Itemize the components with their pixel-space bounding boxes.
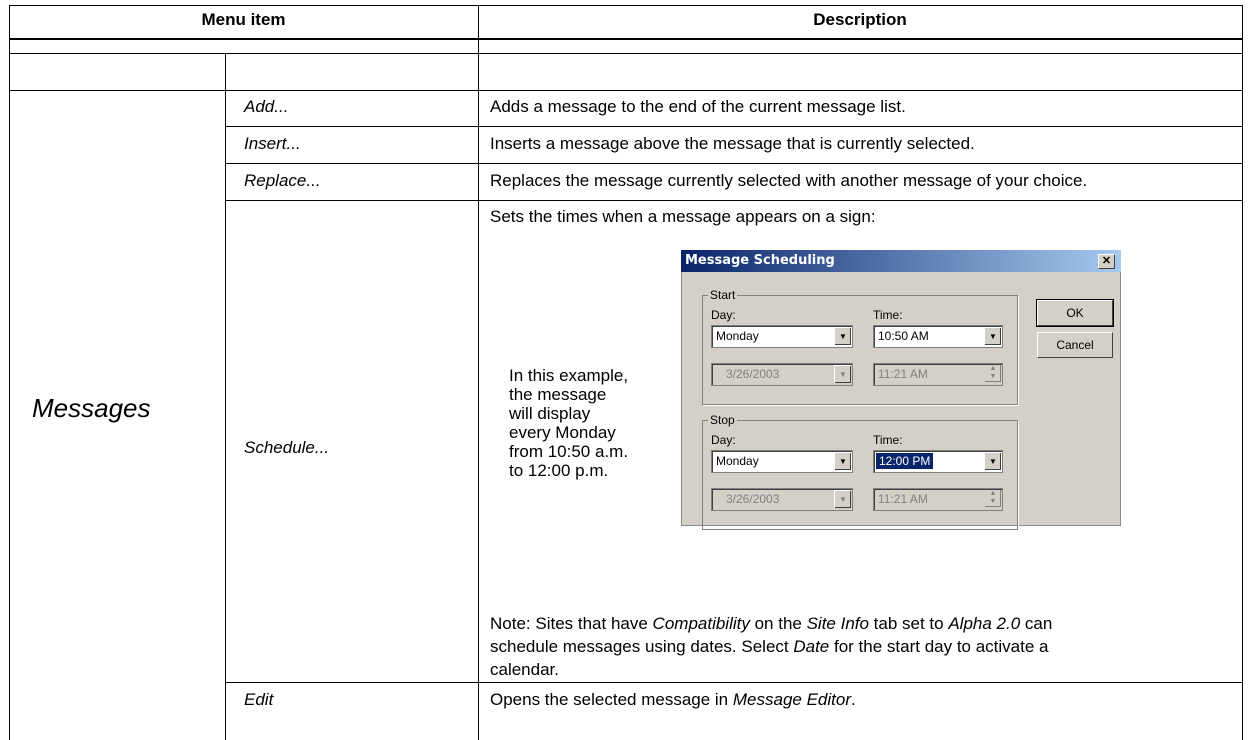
description-insert: Inserts a message above the message that… bbox=[490, 134, 975, 153]
description-replace: Replaces the message currently selected … bbox=[490, 171, 1088, 190]
col-divider bbox=[225, 53, 226, 740]
chevron-down-icon[interactable]: ▼ bbox=[834, 452, 851, 470]
stop-group-label: Stop bbox=[708, 413, 737, 427]
start-day-label: Day: bbox=[711, 308, 736, 322]
stop-group bbox=[702, 420, 1018, 530]
row-border bbox=[9, 53, 1243, 54]
note-compatibility: Compatibility bbox=[652, 614, 750, 633]
chevron-down-icon[interactable]: ▼ bbox=[984, 327, 1001, 345]
description-edit: Opens the selected message in Message Ed… bbox=[490, 690, 856, 710]
start-time-value: 10:50 AM bbox=[878, 329, 929, 343]
dialog-title: Message Scheduling bbox=[685, 253, 835, 268]
start-time-select[interactable]: 10:50 AM ▼ bbox=[873, 325, 1003, 348]
dialog-title-bar: Message Scheduling ✕ bbox=[681, 250, 1121, 272]
message-scheduling-dialog: Message Scheduling ✕ Start Day: Time: Mo… bbox=[681, 250, 1121, 530]
menu-item-schedule: Schedule... bbox=[244, 438, 330, 457]
note-text: can bbox=[1020, 614, 1053, 633]
table-left-border bbox=[9, 5, 10, 740]
cancel-button[interactable]: Cancel bbox=[1037, 332, 1113, 358]
chevron-down-icon[interactable]: ▼ bbox=[834, 327, 851, 345]
start-date-time-spinner: 11:21 AM ▲ ▼ bbox=[873, 363, 1003, 386]
note-alpha: Alpha 2.0 bbox=[948, 614, 1021, 633]
chevron-down-icon[interactable]: ▼ bbox=[984, 452, 1001, 470]
stop-day-value: Monday bbox=[716, 454, 759, 468]
header-menu-item: Menu item bbox=[201, 10, 286, 29]
note-text: tab set to bbox=[868, 614, 949, 633]
header-bottom-border bbox=[9, 38, 1243, 40]
note-text: Note: Sites that have bbox=[490, 614, 653, 633]
spinner-icon: ▲ ▼ bbox=[985, 365, 1001, 382]
start-date-select: 3/26/2003 ▼ bbox=[711, 363, 853, 386]
menu-item-replace: Replace... bbox=[244, 171, 321, 190]
start-time-label: Time: bbox=[873, 308, 903, 322]
note-text: on the bbox=[749, 614, 807, 633]
note-site-info: Site Info bbox=[806, 614, 869, 633]
row-border bbox=[225, 682, 1243, 683]
stop-date-select: 3/26/2003 ▼ bbox=[711, 488, 853, 511]
stop-day-label: Day: bbox=[711, 433, 736, 447]
close-icon[interactable]: ✕ bbox=[1098, 254, 1115, 269]
header-description: Description bbox=[813, 10, 907, 29]
stop-day-select[interactable]: Monday ▼ bbox=[711, 450, 853, 473]
stop-date-time-spinner: 11:21 AM ▲ ▼ bbox=[873, 488, 1003, 511]
example-line: will display bbox=[509, 404, 591, 423]
chevron-down-icon: ▼ bbox=[834, 365, 851, 383]
schedule-note: Note: Sites that have Compatibility on t… bbox=[490, 612, 1230, 681]
row-border bbox=[225, 200, 1243, 201]
note-text: schedule messages using dates. Select bbox=[490, 637, 794, 656]
note-text: for the start day to activate a bbox=[829, 637, 1049, 656]
description-add: Adds a message to the end of the current… bbox=[490, 97, 906, 116]
edit-description-text: . bbox=[851, 690, 856, 709]
menu-item-insert: Insert... bbox=[244, 134, 301, 153]
example-line: In this example, bbox=[509, 366, 629, 385]
note-text: calendar. bbox=[490, 660, 559, 679]
example-line: every Monday bbox=[509, 423, 616, 442]
table-top-border bbox=[9, 5, 1243, 6]
start-date-time-value: 11:21 AM bbox=[878, 367, 928, 381]
row-border bbox=[225, 126, 1243, 127]
menu-item-edit: Edit bbox=[244, 690, 274, 709]
ok-button[interactable]: OK bbox=[1036, 299, 1114, 327]
table-right-border bbox=[1242, 5, 1243, 740]
description-schedule: Sets the times when a message appears on… bbox=[490, 207, 876, 226]
stop-date-time-value: 11:21 AM bbox=[878, 492, 928, 506]
example-line: the message bbox=[509, 385, 607, 404]
edit-description-message-editor: Message Editor bbox=[732, 690, 851, 709]
start-day-value: Monday bbox=[716, 329, 759, 343]
stop-time-label: Time: bbox=[873, 433, 903, 447]
spinner-icon: ▲ ▼ bbox=[985, 490, 1001, 507]
start-group bbox=[702, 295, 1018, 405]
col-divider bbox=[478, 5, 479, 740]
example-text: In this example, the message will displa… bbox=[509, 366, 628, 480]
group-label-messages: Messages bbox=[32, 393, 151, 423]
menu-item-add: Add... bbox=[244, 97, 289, 116]
start-day-select[interactable]: Monday ▼ bbox=[711, 325, 853, 348]
row-border bbox=[9, 90, 1243, 91]
example-line: to 12:00 p.m. bbox=[509, 461, 609, 480]
start-group-label: Start bbox=[708, 288, 738, 302]
edit-description-text: Opens the selected message in bbox=[490, 690, 733, 709]
stop-time-select[interactable]: 12:00 PM ▼ bbox=[873, 450, 1003, 473]
row-border bbox=[225, 163, 1243, 164]
start-date-value: 3/26/2003 bbox=[726, 367, 780, 381]
stop-date-value: 3/26/2003 bbox=[726, 492, 780, 506]
example-line: from 10:50 a.m. bbox=[509, 442, 629, 461]
note-date: Date bbox=[793, 637, 830, 656]
chevron-down-icon: ▼ bbox=[834, 490, 851, 508]
stop-time-value: 12:00 PM bbox=[876, 453, 934, 469]
